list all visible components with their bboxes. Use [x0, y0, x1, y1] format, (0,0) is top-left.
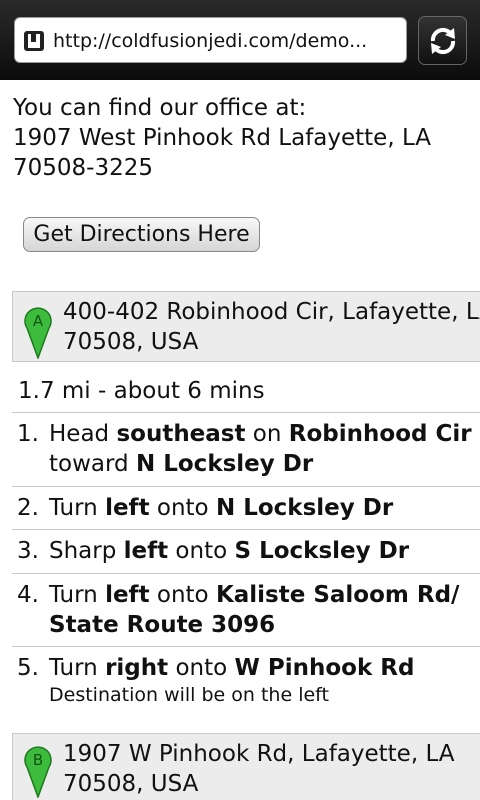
- office-address-line2: 70508-3225: [13, 155, 153, 181]
- start-address-line1: 400-402 Robinhood Cir, Lafayette, LA: [63, 299, 480, 325]
- step-number: 4.: [17, 582, 39, 608]
- end-waypoint: B 1907 W Pinhook Rd, Lafayette, LA 70508…: [12, 733, 480, 800]
- end-address-line1: 1907 W Pinhook Rd, Lafayette, LA: [63, 741, 455, 767]
- divider: [12, 529, 480, 530]
- marker-b-icon: B: [24, 746, 52, 798]
- marker-b-letter: B: [33, 751, 43, 769]
- step-number: 1.: [17, 421, 39, 447]
- browser-toolbar: http://coldfusionjedi.com/demo...: [0, 0, 480, 80]
- step-text: Turn left onto Kaliste Saloom Rd/State R…: [49, 582, 460, 638]
- office-address-intro: You can find our office at: 1907 West Pi…: [13, 93, 473, 183]
- step-text: Sharp left onto S Locksley Dr: [49, 538, 410, 564]
- marker-a-letter: A: [33, 312, 44, 330]
- step-number: 5.: [17, 655, 39, 681]
- page-icon: [24, 31, 44, 51]
- refresh-button[interactable]: [418, 16, 467, 65]
- end-address: 1907 W Pinhook Rd, Lafayette, LA 70508, …: [63, 739, 480, 799]
- route-summary: 1.7 mi - about 6 mins: [18, 378, 265, 404]
- step-number: 2.: [17, 495, 39, 521]
- step-text: Turn right onto W Pinhook Rd Destination …: [49, 653, 479, 707]
- start-address: 400-402 Robinhood Cir, Lafayette, LA 705…: [63, 297, 480, 357]
- marker-a-icon: A: [24, 307, 52, 359]
- divider: [12, 412, 480, 413]
- refresh-icon: [430, 27, 456, 55]
- step-number: 3.: [17, 538, 39, 564]
- start-address-line2: 70508, USA: [63, 329, 199, 355]
- intro-label: You can find our office at:: [13, 95, 307, 121]
- divider: [12, 486, 480, 487]
- address-bar[interactable]: http://coldfusionjedi.com/demo...: [14, 17, 407, 63]
- divider: [12, 573, 480, 574]
- end-address-line2: 70508, USA: [63, 771, 199, 797]
- url-text[interactable]: http://coldfusionjedi.com/demo...: [53, 29, 403, 53]
- step-text: Turn left onto N Locksley Dr: [49, 495, 394, 521]
- get-directions-button[interactable]: Get Directions Here: [23, 217, 260, 252]
- step-note: Destination will be on the left: [49, 684, 329, 706]
- divider: [12, 646, 480, 647]
- office-address-line1: 1907 West Pinhook Rd Lafayette, LA: [13, 125, 432, 151]
- start-waypoint: A 400-402 Robinhood Cir, Lafayette, LA 7…: [12, 291, 480, 362]
- step-text: Head southeast on Robinhood Cir toward N …: [49, 421, 472, 477]
